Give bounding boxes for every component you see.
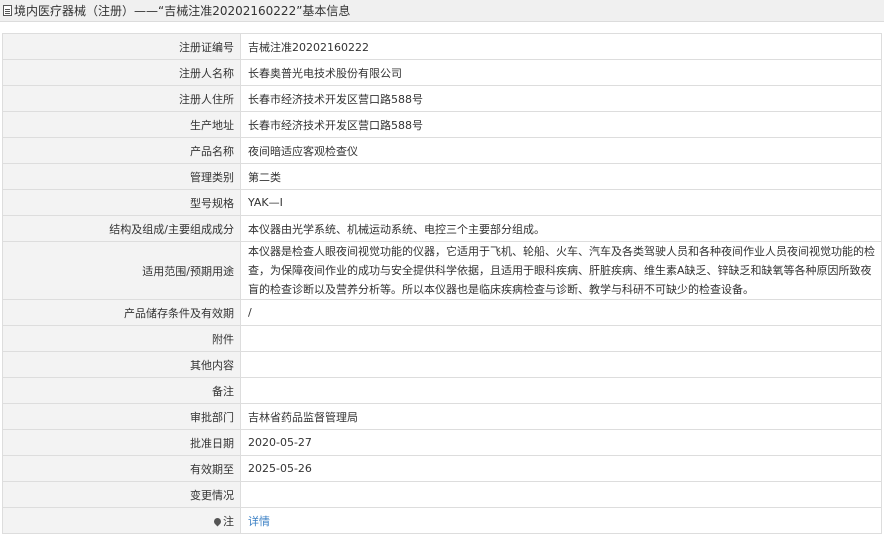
field-label: 注册证编号 [2, 33, 241, 60]
field-label: 备注 [2, 377, 241, 404]
field-value: 第二类 [240, 163, 882, 190]
table-row: 审批部门 吉林省药品监督管理局 [2, 403, 882, 430]
field-value [240, 325, 882, 352]
field-value: 吉林省药品监督管理局 [240, 403, 882, 430]
table-row: 型号规格 YAK—I [2, 189, 882, 216]
field-value [240, 481, 882, 508]
field-value: 长春市经济技术开发区营口路588号 [240, 85, 882, 112]
table-row: 备注 [2, 377, 882, 404]
table-row: 适用范围/预期用途 本仪器是检查人眼夜间视觉功能的仪器，它适用于飞机、轮船、火车… [2, 241, 882, 300]
field-label: 有效期至 [2, 455, 241, 482]
field-value: 长春市经济技术开发区营口路588号 [240, 111, 882, 138]
field-label: 管理类别 [2, 163, 241, 190]
field-value: 2020-05-27 [240, 429, 882, 456]
table-row: 附件 [2, 325, 882, 352]
field-label: 注 [223, 514, 234, 528]
field-value: 本仪器是检查人眼夜间视觉功能的仪器，它适用于飞机、轮船、火车、汽车及各类驾驶人员… [240, 241, 882, 300]
table-row: 注册人名称 长春奥普光电技术股份有限公司 [2, 59, 882, 86]
field-label: 产品名称 [2, 137, 241, 164]
table-row: 有效期至 2025-05-26 [2, 455, 882, 482]
table-row: 产品名称 夜间暗适应客观检查仪 [2, 137, 882, 164]
field-value: YAK—I [240, 189, 882, 216]
document-icon [3, 5, 12, 16]
table-row: 注册人住所 长春市经济技术开发区营口路588号 [2, 85, 882, 112]
field-label: 附件 [2, 325, 241, 352]
field-label: 其他内容 [2, 351, 241, 378]
note-value-cell: 详情 [240, 507, 882, 534]
info-table: 注册证编号 吉械注准20202160222 注册人名称 长春奥普光电技术股份有限… [2, 33, 882, 534]
field-label: 适用范围/预期用途 [2, 241, 241, 300]
table-row: 其他内容 [2, 351, 882, 378]
field-label: 生产地址 [2, 111, 241, 138]
field-value: 吉械注准20202160222 [240, 33, 882, 60]
table-row: 变更情况 [2, 481, 882, 508]
page-title: 境内医疗器械（注册）——“吉械注准20202160222”基本信息 [14, 4, 351, 18]
field-value [240, 377, 882, 404]
pin-icon [212, 516, 223, 526]
field-label: 注册人名称 [2, 59, 241, 86]
field-label: 型号规格 [2, 189, 241, 216]
field-value: 夜间暗适应客观检查仪 [240, 137, 882, 164]
field-value: 本仪器由光学系统、机械运动系统、电控三个主要部分组成。 [240, 215, 882, 242]
table-row: 注册证编号 吉械注准20202160222 [2, 33, 882, 60]
field-label: 审批部门 [2, 403, 241, 430]
table-row: 结构及组成/主要组成成分 本仪器由光学系统、机械运动系统、电控三个主要部分组成。 [2, 215, 882, 242]
field-value: 2025-05-26 [240, 455, 882, 482]
field-label: 注册人住所 [2, 85, 241, 112]
table-row: 批准日期 2020-05-27 [2, 429, 882, 456]
field-label: 变更情况 [2, 481, 241, 508]
details-link[interactable]: 详情 [248, 515, 270, 528]
field-label: 结构及组成/主要组成成分 [2, 215, 241, 242]
table-row: 管理类别 第二类 [2, 163, 882, 190]
table-row: 注 详情 [2, 507, 882, 534]
field-label: 批准日期 [2, 429, 241, 456]
table-row: 产品储存条件及有效期 / [2, 299, 882, 326]
field-value [240, 351, 882, 378]
table-row: 生产地址 长春市经济技术开发区营口路588号 [2, 111, 882, 138]
note-label-cell: 注 [2, 507, 241, 534]
page-header: 境内医疗器械（注册）——“吉械注准20202160222”基本信息 [0, 0, 884, 22]
field-label: 产品储存条件及有效期 [2, 299, 241, 326]
field-value: / [240, 299, 882, 326]
field-value: 长春奥普光电技术股份有限公司 [240, 59, 882, 86]
